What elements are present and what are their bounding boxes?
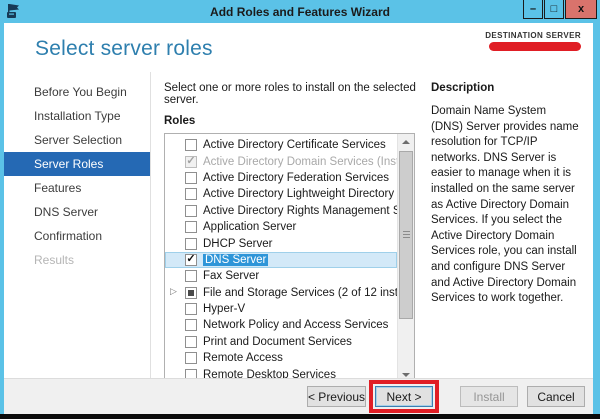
dialog-frame: Select server roles DESTINATION SERVER B… [0, 23, 600, 414]
window-controls: – □ x [522, 0, 597, 19]
role-label: Active Directory Certificate Services [203, 139, 386, 151]
role-row-active-directory-rights-management-services[interactable]: Active Directory Rights Management Servi… [165, 203, 397, 219]
scrollbar-grip-icon [403, 231, 410, 239]
role-checkbox[interactable] [185, 287, 197, 299]
cancel-button[interactable]: Cancel [527, 386, 585, 407]
role-label: Active Directory Federation Services [203, 172, 389, 184]
role-row-print-and-document-services[interactable]: Print and Document Services [165, 334, 397, 350]
role-row-active-directory-federation-services[interactable]: Active Directory Federation Services [165, 170, 397, 186]
close-button[interactable]: x [565, 0, 597, 19]
window-title: Add Roles and Features Wizard [0, 5, 600, 19]
content-area: Before You BeginInstallation TypeServer … [4, 72, 593, 378]
role-checkbox[interactable] [185, 254, 197, 266]
destination-server-label: DESTINATION SERVER [485, 31, 581, 40]
page-header: Select server roles DESTINATION SERVER [4, 23, 593, 72]
role-row-fax-server[interactable]: Fax Server [165, 268, 397, 284]
role-checkbox[interactable] [185, 352, 197, 364]
install-button: Install [460, 386, 518, 407]
previous-button[interactable]: < Previous [307, 386, 366, 407]
window-bottom-edge [0, 414, 600, 419]
role-label: Hyper-V [203, 303, 245, 315]
role-row-network-policy-and-access-services[interactable]: Network Policy and Access Services [165, 317, 397, 333]
role-row-active-directory-lightweight-directory-services[interactable]: Active Directory Lightweight Directory S… [165, 186, 397, 202]
role-row-dns-server[interactable]: DNS Server [165, 252, 397, 268]
role-label: DNS Server [203, 254, 268, 266]
role-label: Fax Server [203, 270, 259, 282]
sidebar-item-server-selection[interactable]: Server Selection [4, 128, 150, 152]
sidebar-item-before-you-begin[interactable]: Before You Begin [4, 80, 150, 104]
role-row-remote-access[interactable]: Remote Access [165, 350, 397, 366]
role-checkbox[interactable] [185, 139, 197, 151]
role-checkbox[interactable] [185, 270, 197, 282]
sidebar-nav: Before You BeginInstallation TypeServer … [4, 72, 150, 378]
expand-arrow-icon[interactable]: ▷ [170, 286, 177, 297]
role-checkbox[interactable] [185, 238, 197, 250]
minimize-button[interactable]: – [523, 0, 543, 19]
roles-caption: Roles [164, 115, 417, 127]
next-button[interactable]: Next > [375, 386, 433, 407]
role-checkbox[interactable] [185, 336, 197, 348]
role-checkbox[interactable] [185, 303, 197, 315]
role-checkbox[interactable] [185, 221, 197, 233]
role-label: Network Policy and Access Services [203, 319, 388, 331]
sidebar-item-features[interactable]: Features [4, 176, 150, 200]
role-label: Active Directory Lightweight Directory S… [203, 188, 415, 200]
role-checkbox [185, 156, 197, 168]
roles-list: Active Directory Certificate Services Act… [165, 137, 397, 383]
description-heading: Description [431, 82, 579, 94]
destination-server-block: DESTINATION SERVER [485, 31, 581, 51]
role-label: DHCP Server [203, 238, 272, 250]
role-label: Print and Document Services [203, 336, 352, 348]
sidebar-item-server-roles[interactable]: Server Roles [4, 152, 150, 176]
role-label: Active Directory Rights Management Servi… [203, 205, 415, 217]
role-row-application-server[interactable]: Application Server [165, 219, 397, 235]
sidebar-item-results: Results [4, 248, 150, 272]
role-label: Application Server [203, 221, 296, 233]
roles-scrollbar[interactable] [397, 134, 414, 383]
role-label: Remote Access [203, 352, 283, 364]
role-label: File and Storage Services (2 of 12 insta… [203, 287, 415, 299]
role-row-active-directory-domain-services-installed[interactable]: Active Directory Domain Services (Instal… [165, 153, 397, 169]
description-body: Domain Name System (DNS) Server provides… [431, 104, 579, 307]
role-checkbox[interactable] [185, 319, 197, 331]
maximize-button[interactable]: □ [544, 0, 564, 19]
role-row-file-and-storage-services-2-of-12-installed[interactable]: ▷File and Storage Services (2 of 12 inst… [165, 285, 397, 301]
add-roles-wizard-window: Add Roles and Features Wizard – □ x Sele… [0, 0, 600, 419]
scrollbar-thumb[interactable] [399, 151, 413, 319]
title-bar: Add Roles and Features Wizard – □ x [0, 0, 600, 23]
role-checkbox[interactable] [185, 188, 197, 200]
annotation-box-next-button: Next > [369, 380, 439, 413]
role-row-dhcp-server[interactable]: DHCP Server [165, 235, 397, 251]
sidebar-item-dns-server[interactable]: DNS Server [4, 200, 150, 224]
role-label: Active Directory Domain Services (Instal… [203, 156, 415, 168]
annotation-redaction-destination-server [489, 42, 581, 51]
roles-panel: Select one or more roles to install on t… [151, 72, 417, 378]
role-checkbox[interactable] [185, 205, 197, 217]
role-row-hyper-v[interactable]: Hyper-V [165, 301, 397, 317]
instruction-text: Select one or more roles to install on t… [164, 82, 417, 106]
role-row-active-directory-certificate-services[interactable]: Active Directory Certificate Services [165, 137, 397, 153]
role-checkbox[interactable] [185, 172, 197, 184]
description-panel: Description Domain Name System (DNS) Ser… [417, 72, 593, 378]
page-title: Select server roles [35, 37, 213, 61]
scroll-up-icon[interactable] [398, 134, 414, 150]
sidebar-item-installation-type[interactable]: Installation Type [4, 104, 150, 128]
roles-listbox: Active Directory Certificate Services Act… [164, 133, 415, 384]
footer-bar: < Previous Next > Install Cancel [4, 378, 593, 414]
sidebar-item-confirmation[interactable]: Confirmation [4, 224, 150, 248]
